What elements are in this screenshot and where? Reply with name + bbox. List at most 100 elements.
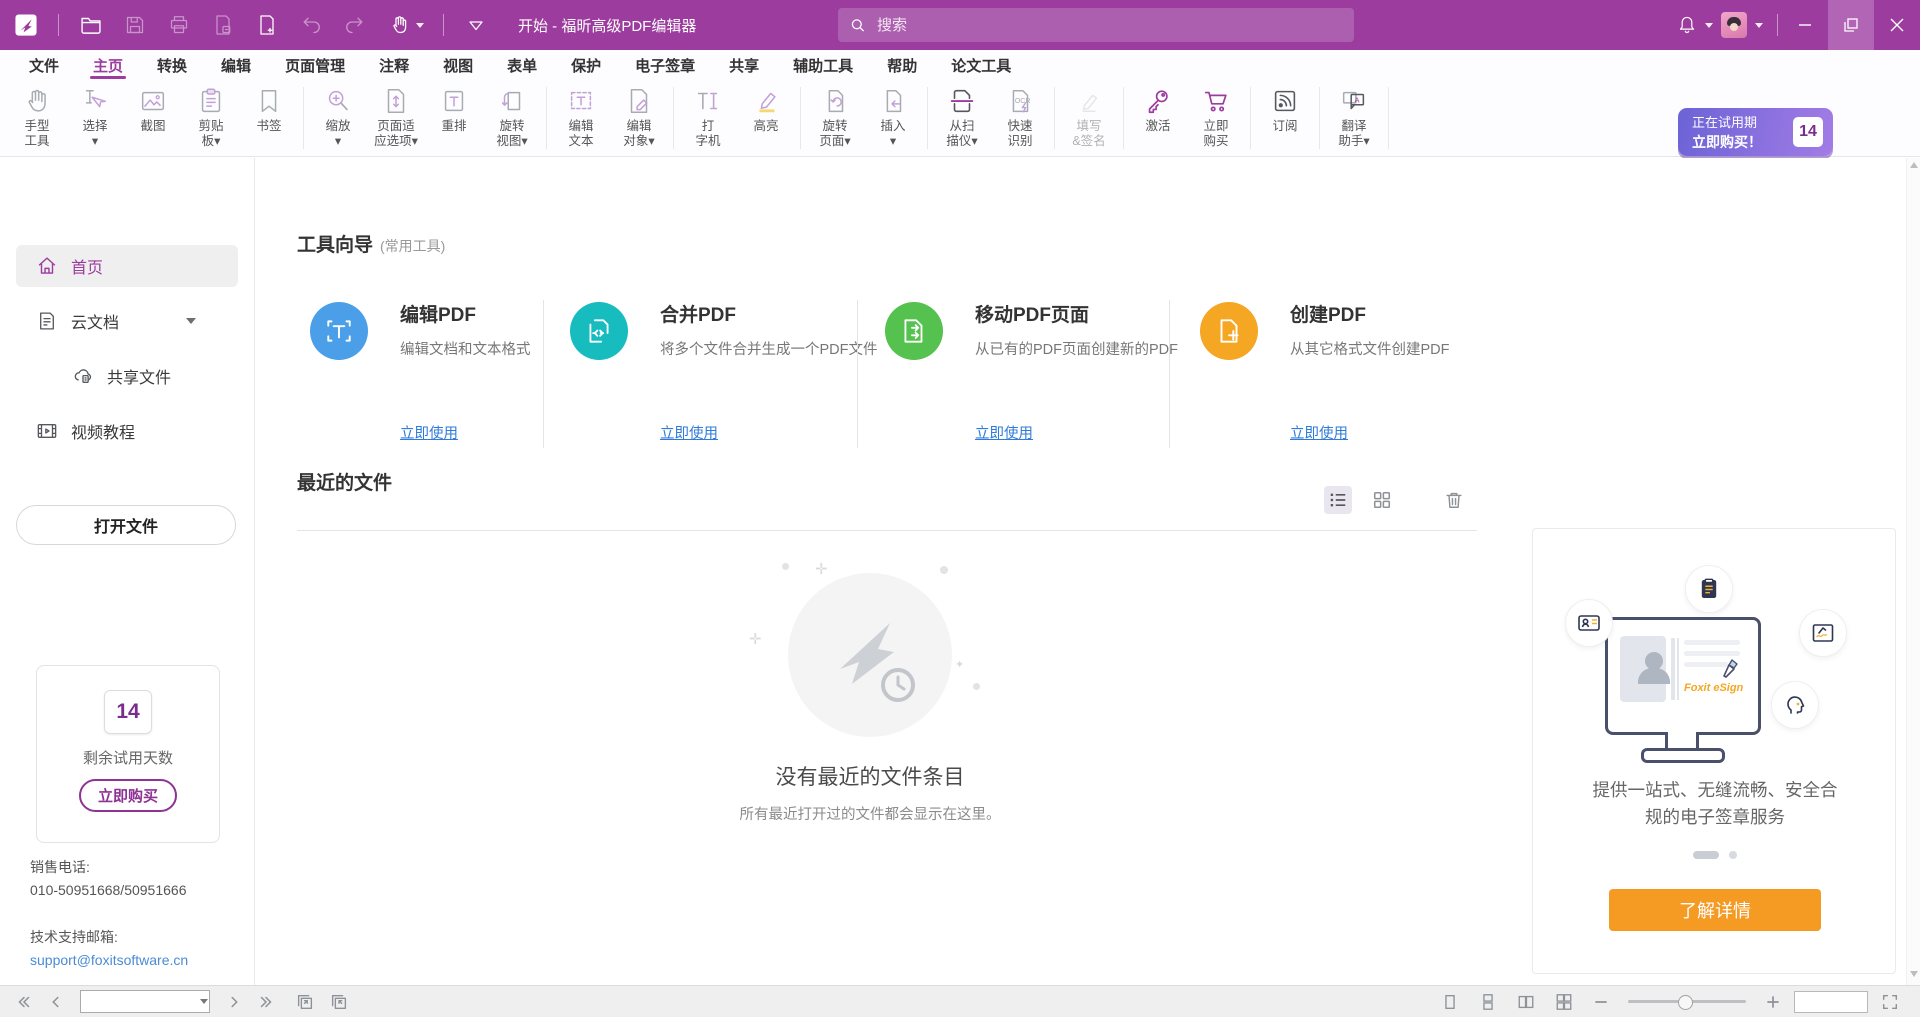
- first-page-button[interactable]: [8, 990, 40, 1014]
- insert-pages-tool[interactable]: 插入 ▾: [864, 85, 922, 149]
- sidebar-item-shared-files[interactable]: 共享文件: [16, 355, 274, 397]
- menu-item-share[interactable]: 共享: [712, 50, 776, 80]
- translate-tool[interactable]: A 翻译 助手▾: [1325, 85, 1383, 149]
- continuous-view-button[interactable]: [1472, 990, 1504, 1014]
- sidebar-item-home[interactable]: 首页: [16, 245, 238, 287]
- typewriter-tool[interactable]: 打 字机: [679, 85, 737, 149]
- menu-item-file[interactable]: 文件: [12, 50, 76, 80]
- menu-item-help[interactable]: 帮助: [870, 50, 934, 80]
- page-number-input[interactable]: [81, 992, 195, 1011]
- close-button[interactable]: [1874, 0, 1920, 50]
- support-email-link[interactable]: support@foxitsoftware.cn: [30, 949, 188, 972]
- tool-label: 页面适 应选项▾: [374, 119, 418, 149]
- next-view-button[interactable]: [322, 990, 356, 1014]
- bookmark-icon: [254, 85, 284, 117]
- clear-recent-button[interactable]: [1440, 486, 1468, 514]
- zoom-tool[interactable]: 缩放 ▾: [309, 85, 367, 149]
- chevron-down-icon[interactable]: [1705, 23, 1713, 28]
- select-tool[interactable]: 选择 ▾: [66, 85, 124, 149]
- page-number-combo[interactable]: [80, 990, 210, 1013]
- list-view-button[interactable]: [1324, 486, 1352, 514]
- wizard-card-create-pdf[interactable]: 创建PDF 从其它格式文件创建PDF 立即使用: [1200, 298, 1480, 458]
- restore-button[interactable]: [1828, 0, 1874, 50]
- clipboard-tool[interactable]: 剪贴 板▾: [182, 85, 240, 149]
- menu-item-view[interactable]: 视图: [426, 50, 490, 80]
- menu-item-esign[interactable]: 电子签章: [618, 50, 712, 80]
- scan-tool[interactable]: 从扫 描仪▾: [933, 85, 991, 149]
- menu-item-accessibility[interactable]: 辅助工具: [776, 50, 870, 80]
- buy-now-button[interactable]: 立即购买: [79, 779, 177, 812]
- zoom-in-button[interactable]: [1758, 990, 1788, 1014]
- snapshot-tool[interactable]: 截图: [124, 85, 182, 134]
- search-box[interactable]: [838, 8, 1354, 42]
- edit-text-tool[interactable]: 编辑 文本: [552, 85, 610, 149]
- chevron-down-icon[interactable]: [1755, 23, 1763, 28]
- use-now-link[interactable]: 立即使用: [660, 422, 718, 443]
- scroll-down-arrow-icon[interactable]: [1910, 971, 1918, 977]
- reflow-tool[interactable]: 重排: [425, 85, 483, 134]
- page-fit-tool[interactable]: 页面适 应选项▾: [367, 85, 425, 149]
- wizard-card-merge-pdf[interactable]: 合并PDF 将多个文件合并生成一个PDF文件 立即使用: [570, 298, 850, 458]
- rotate-pages-tool[interactable]: 旋转 页面▾: [806, 85, 864, 149]
- scanner-icon: [947, 85, 977, 117]
- zoom-slider-handle[interactable]: [1678, 995, 1693, 1010]
- highlight-tool[interactable]: 高亮: [737, 85, 795, 134]
- hand-tool-quick-icon[interactable]: [383, 9, 427, 41]
- subscribe-tool[interactable]: 订阅: [1256, 85, 1314, 134]
- search-input[interactable]: [875, 16, 1342, 35]
- new-page-icon[interactable]: [251, 9, 283, 41]
- activate-tool[interactable]: 激活: [1129, 85, 1187, 134]
- sidebar-item-cloud-docs[interactable]: 云文档: [16, 300, 238, 342]
- minimize-button[interactable]: [1782, 0, 1828, 50]
- support-contact: 技术支持邮箱: support@foxitsoftware.cn: [30, 926, 188, 972]
- zoom-percent-box[interactable]: [1794, 991, 1868, 1013]
- next-page-button[interactable]: [218, 990, 250, 1014]
- use-now-link[interactable]: 立即使用: [400, 422, 458, 443]
- grid-view-button[interactable]: [1368, 486, 1396, 514]
- zoom-out-button[interactable]: [1586, 990, 1616, 1014]
- use-now-link[interactable]: 立即使用: [975, 422, 1033, 443]
- buy-tool[interactable]: 立即 购买: [1187, 85, 1245, 149]
- zoom-slider[interactable]: [1628, 1000, 1746, 1003]
- menu-item-form[interactable]: 表单: [490, 50, 554, 80]
- facing-continuous-view-button[interactable]: [1548, 990, 1580, 1014]
- status-bar: [0, 985, 1920, 1017]
- sidebar-item-video-tutorials[interactable]: 视频教程: [16, 410, 238, 452]
- last-page-button[interactable]: [250, 990, 282, 1014]
- prev-page-button[interactable]: [40, 990, 72, 1014]
- chevron-down-icon[interactable]: [186, 318, 196, 324]
- sparkle-decoration: ✛: [749, 630, 762, 648]
- facing-view-button[interactable]: [1510, 990, 1542, 1014]
- learn-more-button[interactable]: 了解详情: [1609, 889, 1821, 931]
- menu-item-paper-tools[interactable]: 论文工具: [934, 50, 1028, 80]
- vertical-scrollbar[interactable]: [1906, 158, 1920, 985]
- menu-item-comment[interactable]: 注释: [362, 50, 426, 80]
- single-page-view-button[interactable]: [1434, 990, 1466, 1014]
- trial-badge[interactable]: 正在试用期 立即购买！ 14: [1678, 108, 1833, 156]
- use-now-link[interactable]: 立即使用: [1290, 422, 1348, 443]
- wizard-card-edit-pdf[interactable]: 编辑PDF 编辑文档和文本格式 立即使用: [310, 298, 540, 458]
- hand-tool[interactable]: 手型 工具: [8, 85, 66, 149]
- fullscreen-button[interactable]: [1874, 990, 1906, 1014]
- chevron-down-icon[interactable]: [200, 999, 208, 1004]
- carousel-dot[interactable]: [1729, 851, 1737, 859]
- notifications-bell-icon[interactable]: [1671, 9, 1703, 41]
- previous-view-button[interactable]: [288, 990, 322, 1014]
- scroll-up-arrow-icon[interactable]: [1910, 162, 1918, 168]
- menu-item-edit[interactable]: 编辑: [204, 50, 268, 80]
- edit-object-tool[interactable]: 编辑 对象▾: [610, 85, 668, 149]
- menu-item-home[interactable]: 主页: [76, 50, 140, 80]
- open-file-button[interactable]: 打开文件: [16, 505, 236, 545]
- carousel-dot-active[interactable]: [1693, 851, 1719, 859]
- ocr-tool[interactable]: OCR 快速 识别: [991, 85, 1049, 149]
- open-file-icon[interactable]: [75, 9, 107, 41]
- divider: [1250, 87, 1251, 149]
- user-avatar[interactable]: [1721, 12, 1747, 38]
- menu-item-page-manage[interactable]: 页面管理: [268, 50, 362, 80]
- bookmark-tool[interactable]: 书签: [240, 85, 298, 134]
- menu-item-convert[interactable]: 转换: [140, 50, 204, 80]
- menu-item-protect[interactable]: 保护: [554, 50, 618, 80]
- wizard-card-move-pages[interactable]: 移动PDF页面 从已有的PDF页面创建新的PDF 立即使用: [885, 298, 1165, 458]
- rotate-view-tool[interactable]: 旋转 视图▾: [483, 85, 541, 149]
- ribbon-mode-icon[interactable]: [460, 9, 492, 41]
